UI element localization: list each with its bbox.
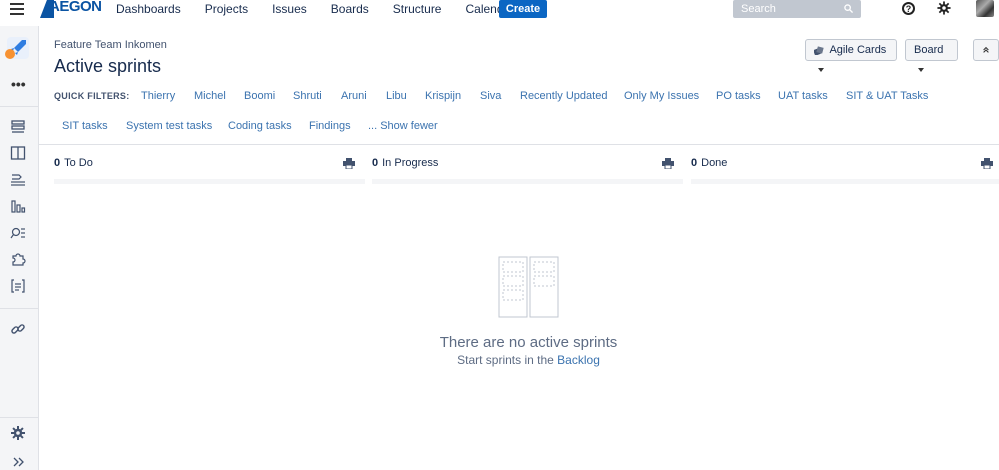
settings-gear-icon[interactable] xyxy=(937,1,951,15)
empty-state-subtitle-text: Start sprints in the xyxy=(457,353,558,367)
column-bar-todo xyxy=(54,179,365,184)
user-avatar[interactable] xyxy=(976,0,994,17)
empty-state-subtitle: Start sprints in the Backlog xyxy=(39,353,999,367)
backlog-icon[interactable] xyxy=(10,119,26,135)
main-content: Feature Team Inkomen Active sprints Agil… xyxy=(39,26,999,470)
quick-filter[interactable]: Aruni xyxy=(341,90,367,102)
quick-filter[interactable]: Krispijn xyxy=(425,90,461,102)
column-name: In Progress xyxy=(382,157,439,169)
column-count: 0 xyxy=(54,157,61,169)
quick-filter[interactable]: SIT & UAT Tasks xyxy=(846,90,928,102)
quick-filter[interactable]: Thierry xyxy=(141,90,175,102)
chevron-down-icon xyxy=(818,68,824,73)
nav-menu: Dashboards Projects Issues Boards Struct… xyxy=(116,2,538,16)
empty-state-title: There are no active sprints xyxy=(439,334,618,351)
top-navigation: AEGON Dashboards Projects Issues Boards … xyxy=(0,0,999,18)
print-icon[interactable] xyxy=(662,158,674,169)
quick-filter[interactable]: SIT tasks xyxy=(62,120,108,132)
column-name: Done xyxy=(701,157,728,169)
quick-filter[interactable]: Boomi xyxy=(244,90,275,102)
agile-cards-button[interactable]: Agile Cards xyxy=(805,39,897,73)
sidebar-divider xyxy=(0,417,38,418)
sidebar-divider xyxy=(0,106,38,107)
reports-icon[interactable] xyxy=(10,198,26,214)
backlog-link[interactable]: Backlog xyxy=(557,353,600,367)
releases-icon[interactable] xyxy=(10,171,26,187)
column-bar-in-progress xyxy=(372,179,683,184)
quick-filter[interactable]: Shruti xyxy=(293,90,322,102)
code-icon[interactable] xyxy=(10,278,26,294)
nav-structure[interactable]: Structure xyxy=(393,2,442,16)
quick-filter[interactable]: Coding tasks xyxy=(228,120,292,132)
components-puzzle-icon[interactable] xyxy=(10,251,26,267)
agile-cards-label: Agile Cards xyxy=(829,44,887,56)
nav-projects[interactable]: Projects xyxy=(205,2,248,16)
quick-filter[interactable]: UAT tasks xyxy=(778,90,828,102)
column-header-done: 0 Done xyxy=(691,157,727,169)
empty-board-icon xyxy=(498,256,559,318)
board-menu-button[interactable]: Board xyxy=(905,39,958,73)
project-avatar[interactable] xyxy=(5,37,29,59)
column-header-todo: 0 To Do xyxy=(54,157,93,169)
quick-filter[interactable]: Siva xyxy=(480,90,501,102)
help-icon[interactable]: ? xyxy=(902,2,915,15)
nav-dashboards[interactable]: Dashboards xyxy=(116,2,181,16)
column-name: To Do xyxy=(64,157,93,169)
quick-filter[interactable]: Recently Updated xyxy=(520,90,607,102)
create-button[interactable]: Create xyxy=(499,0,547,18)
column-count: 0 xyxy=(372,157,379,169)
agile-cards-icon xyxy=(814,45,824,55)
issue-search-icon[interactable] xyxy=(10,225,26,241)
menu-icon[interactable] xyxy=(10,3,24,15)
breadcrumb[interactable]: Feature Team Inkomen xyxy=(54,39,167,51)
print-icon[interactable] xyxy=(981,158,993,169)
project-badge xyxy=(5,49,15,59)
link-icon[interactable] xyxy=(10,321,26,337)
quick-filter[interactable]: Only My Issues xyxy=(624,90,699,102)
nav-issues[interactable]: Issues xyxy=(272,2,307,16)
aegon-logo[interactable]: AEGON xyxy=(40,0,102,18)
column-count: 0 xyxy=(691,157,698,169)
project-sidebar: ••• xyxy=(0,26,39,470)
project-settings-icon[interactable] xyxy=(10,425,26,441)
column-header-in-progress: 0 In Progress xyxy=(372,157,438,169)
page-title: Active sprints xyxy=(54,56,162,76)
active-sprints-board-icon[interactable] xyxy=(10,145,26,161)
quick-filter[interactable]: Michel xyxy=(194,90,226,102)
show-fewer-link[interactable]: ... Show fewer xyxy=(368,120,438,132)
sidebar-divider xyxy=(0,308,38,309)
quick-filter[interactable]: System test tasks xyxy=(126,120,212,132)
more-icon[interactable]: ••• xyxy=(11,77,26,91)
header-divider xyxy=(39,144,999,145)
expand-sidebar-icon[interactable] xyxy=(10,454,26,470)
column-bar-done xyxy=(691,179,999,184)
print-icon[interactable] xyxy=(343,158,355,169)
double-chevron-up-icon xyxy=(983,46,989,53)
board-label: Board xyxy=(914,44,944,56)
nav-boards[interactable]: Boards xyxy=(331,2,369,16)
collapse-header-button[interactable] xyxy=(973,39,999,61)
search-icon xyxy=(844,4,853,13)
chevron-down-icon xyxy=(918,68,924,73)
quick-filter[interactable]: Findings xyxy=(309,120,351,132)
quick-filter[interactable]: PO tasks xyxy=(716,90,761,102)
search-placeholder: Search xyxy=(741,3,776,15)
quick-filter[interactable]: Libu xyxy=(386,90,407,102)
quick-filters-label: QUICK FILTERS: xyxy=(54,91,130,101)
search-input[interactable]: Search xyxy=(733,0,861,18)
logo-text: AEGON xyxy=(49,0,102,15)
